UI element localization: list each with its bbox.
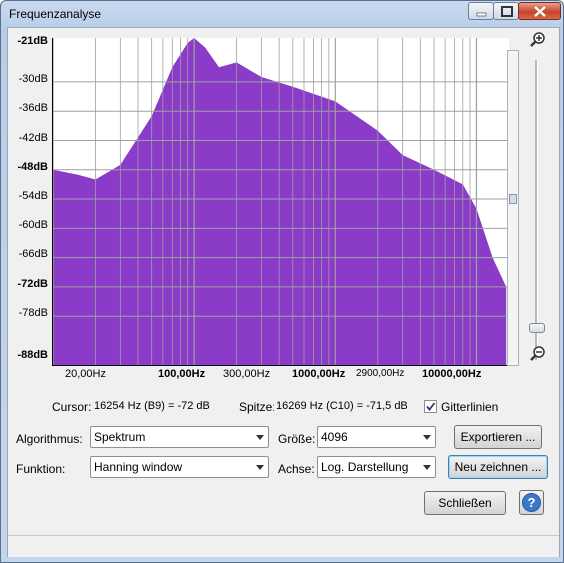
title-bar[interactable]: Frequenzanalyse	[1, 1, 563, 27]
cursor-label: Cursor:	[52, 400, 92, 414]
frequency-analysis-window: Frequenzanalyse -21dB -30dB -36dB -42dB …	[0, 0, 564, 563]
x-tick-label: 10000,00Hz	[422, 368, 482, 380]
chevron-down-icon	[256, 465, 264, 470]
axis-label: Achse:	[278, 462, 315, 476]
export-button[interactable]: Exportieren ...	[454, 425, 542, 449]
axis-select[interactable]: Log. Darstellung	[317, 456, 436, 478]
close-icon	[534, 6, 546, 17]
algorithm-value: Spektrum	[94, 430, 146, 444]
dialog-client-area: -21dB -30dB -36dB -42dB -48dB -54dB -60d…	[7, 27, 560, 557]
chevron-down-icon	[256, 435, 264, 440]
y-tick-label: -48dB	[17, 161, 48, 173]
y-tick-label: -36dB	[18, 102, 48, 114]
zoom-out-icon[interactable]	[529, 345, 547, 363]
y-tick-label: -30dB	[18, 73, 48, 85]
y-tick-label: -66dB	[18, 248, 48, 260]
y-tick-label: -42dB	[18, 132, 48, 144]
maximize-button[interactable]	[493, 2, 519, 20]
minimize-icon	[476, 12, 487, 17]
chevron-down-icon	[423, 435, 431, 440]
minimize-button[interactable]	[468, 2, 494, 20]
y-tick-label: -60dB	[18, 219, 48, 231]
help-glyph: ?	[528, 495, 536, 510]
x-tick-label: 20,00Hz	[65, 368, 106, 380]
zoom-slider-track[interactable]	[535, 60, 538, 360]
chevron-down-icon	[423, 465, 431, 470]
window-title: Frequenzanalyse	[9, 7, 102, 21]
help-button[interactable]: ?	[519, 490, 544, 515]
spectrum-plot[interactable]	[52, 38, 509, 366]
y-tick-label: -21dB	[17, 35, 48, 47]
x-tick-label: 2900,00Hz	[356, 368, 405, 379]
x-tick-label: 300,00Hz	[223, 368, 271, 380]
x-tick-label: 100,00Hz	[158, 368, 206, 380]
algorithm-label: Algorithmus:	[16, 432, 83, 446]
function-label: Funktion:	[16, 462, 66, 476]
peak-readout: 16269 Hz (C10) = -71,5 dB	[274, 396, 418, 416]
x-tick-label: 1000,00Hz	[292, 368, 346, 380]
size-select[interactable]: 4096	[317, 426, 436, 448]
close-window-button[interactable]	[518, 2, 561, 20]
size-value: 4096	[321, 430, 348, 444]
y-tick-label: -88dB	[17, 349, 48, 361]
maximize-icon	[501, 6, 513, 17]
close-button[interactable]: Schließen	[424, 491, 506, 515]
cursor-readout: 16254 Hz (B9) = -72 dB	[92, 396, 236, 416]
y-tick-label: -54dB	[18, 190, 48, 202]
axis-value: Log. Darstellung	[321, 460, 409, 474]
zoom-in-icon[interactable]	[529, 31, 547, 49]
spectrum-chart	[53, 38, 509, 365]
y-tick-label: -78dB	[18, 307, 48, 319]
status-strip	[8, 535, 559, 557]
y-tick-label: -72dB	[17, 278, 48, 290]
help-icon: ?	[522, 493, 541, 512]
algorithm-select[interactable]: Spektrum	[90, 426, 269, 448]
zoom-slider-thumb[interactable]	[529, 323, 545, 333]
gridlines-label[interactable]: Gitterlinien	[441, 400, 498, 414]
checkmark-icon	[426, 402, 436, 411]
redraw-button[interactable]: Neu zeichnen ...	[448, 455, 548, 479]
vertical-scrollbar[interactable]	[507, 50, 519, 366]
function-value: Hanning window	[94, 460, 183, 474]
gridlines-checkbox[interactable]	[424, 400, 437, 413]
scrollbar-thumb[interactable]	[509, 194, 517, 204]
peak-label: Spitze:	[239, 400, 276, 414]
function-select[interactable]: Hanning window	[90, 456, 269, 478]
size-label: Größe:	[278, 432, 316, 446]
